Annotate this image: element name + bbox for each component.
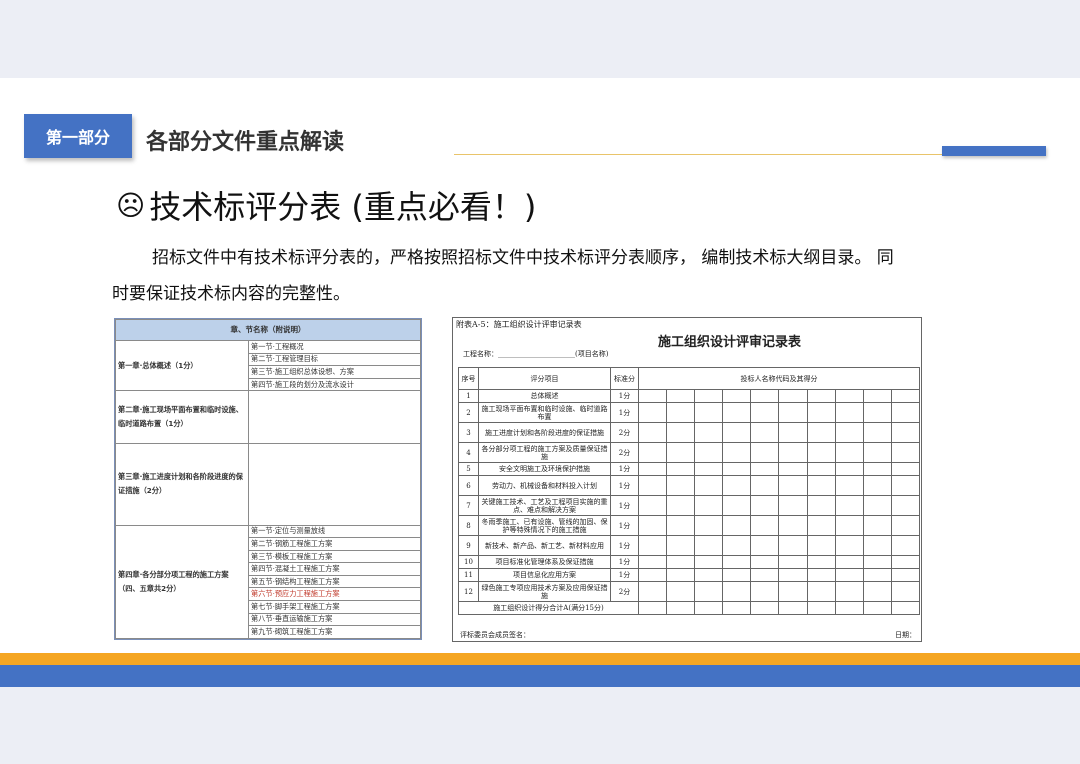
cell-item: 安全文明施工及环境保护措施 bbox=[478, 462, 611, 476]
title-bar bbox=[942, 146, 1046, 156]
section-item: 第三节·施工组织总体设想、方案 bbox=[248, 365, 421, 379]
cell-item: 项目标准化管理体系及保证措施 bbox=[478, 555, 611, 569]
cell-item: 施工现场平面布置和临时设施、临时道路布置 bbox=[478, 402, 611, 423]
table-row: 3 施工进度计划和各阶段进度的保证措施 2分 bbox=[458, 422, 921, 443]
cell-std: 1分 bbox=[610, 495, 639, 516]
table-row: 5 安全文明施工及环境保护措施 1分 bbox=[458, 462, 921, 476]
section-item: 第八节·垂直运输施工方案 bbox=[248, 612, 421, 627]
section-item: 第一节·工程概况 bbox=[248, 340, 421, 354]
table-caption: 附表A-5：施工组织设计评审记录表 bbox=[456, 320, 582, 329]
cell-no: 1 bbox=[458, 389, 479, 403]
cell-item: 总体概述 bbox=[478, 389, 611, 403]
signature-label: 评标委员会成员签名： bbox=[460, 631, 530, 639]
cell-item: 施工进度计划和各阶段进度的保证措施 bbox=[478, 422, 611, 443]
cell-item: 劳动力、机械设备和材料投入计划 bbox=[478, 475, 611, 496]
project-name-label: 工程名称：______________________(项目名称) bbox=[463, 350, 609, 358]
cell-item: 项目信息化应用方案 bbox=[478, 568, 611, 582]
table-footer: 评标委员会成员签名： 日期： bbox=[460, 630, 916, 640]
cell-no: 8 bbox=[458, 515, 479, 536]
section-item: 第四节·施工段的划分及流水设计 bbox=[248, 377, 421, 392]
cell-no: 3 bbox=[458, 422, 479, 443]
cell-no: 2 bbox=[458, 402, 479, 423]
chapter-title: 第一章·总体概述（1分） bbox=[115, 339, 249, 392]
cell-std: 1分 bbox=[610, 555, 639, 569]
col-std: 标准分 bbox=[610, 367, 639, 390]
cell-std: 1分 bbox=[610, 475, 639, 496]
section-item: 第一节·定位与测量放线 bbox=[248, 524, 421, 539]
table-header: 章、节名称（附说明） bbox=[115, 319, 421, 341]
table-row: 7 关键施工技术、工艺及工程项目实施的重点、难点和解决方案 1分 bbox=[458, 495, 921, 516]
table-row: 9 新技术、新产品、新工艺、新材料应用 1分 bbox=[458, 535, 921, 556]
paragraph: 招标文件中有技术标评分表的，严格按照招标文件中技术标评分表顺序， 编制技术标大纲… bbox=[112, 240, 902, 312]
cell-std: 1分 bbox=[610, 389, 639, 403]
section-item: 第七节·脚手架工程施工方案 bbox=[248, 600, 421, 614]
table-row: 12 绿色施工专项应用技术方案及应用保证措施 2分 bbox=[458, 581, 921, 602]
review-table: 序号 评分项目 标准分 投标人名称代码及其得分 1 总体概述 1分 2 施工现场平面布置… bbox=[458, 367, 921, 615]
heading-text: 技术标评分表 (重点必看！) bbox=[149, 188, 537, 226]
chapter-title: 第四章·各分部分项工程的施工方案（四、五章共2分） bbox=[115, 524, 249, 640]
section-item: 第三节·模板工程施工方案 bbox=[248, 549, 421, 564]
cell-std: 1分 bbox=[610, 535, 639, 556]
slide: 第一部分 各部分文件重点解读 ☹ 技术标评分表 (重点必看！) 招标文件中有技术… bbox=[0, 78, 1080, 653]
cell-std: 2分 bbox=[610, 442, 639, 463]
table-row: 10 项目标准化管理体系及保证措施 1分 bbox=[458, 555, 921, 569]
table-row: 2 施工现场平面布置和临时设施、临时道路布置 1分 bbox=[458, 402, 921, 423]
cell-no: 12 bbox=[458, 581, 479, 602]
cell-item: 各分部分项工程的施工方案及质量保证措施 bbox=[478, 442, 611, 463]
cell-item: 关键施工技术、工艺及工程项目实施的重点、难点和解决方案 bbox=[478, 495, 611, 516]
table-row: 11 项目信息化应用方案 1分 bbox=[458, 568, 921, 582]
orange-stripe bbox=[0, 653, 1080, 665]
cell-std: 1分 bbox=[610, 515, 639, 536]
cell-std: 2分 bbox=[610, 422, 639, 443]
col-no: 序号 bbox=[458, 367, 479, 390]
heading: ☹ 技术标评分表 (重点必看！) bbox=[116, 182, 536, 228]
section-item: 第二节·钢筋工程施工方案 bbox=[248, 537, 421, 551]
table-row: 4 各分部分项工程的施工方案及质量保证措施 2分 bbox=[458, 442, 921, 463]
table-row: 1 总体概述 1分 bbox=[458, 389, 921, 403]
cell-item: 冬雨季施工、已有设施、管线的加固、保护等特殊情况下的施工措施 bbox=[478, 515, 611, 536]
cell-std: 1分 bbox=[610, 402, 639, 423]
table-row: 6 劳动力、机械设备和材料投入计划 1分 bbox=[458, 475, 921, 496]
total-row: 施工组织设计得分合计A(满分15分) bbox=[458, 601, 639, 615]
cell-std: 1分 bbox=[610, 462, 639, 476]
section-title: 各部分文件重点解读 bbox=[146, 130, 345, 155]
section-item: 第四节·混凝土工程施工方案 bbox=[248, 562, 421, 576]
cell-std: 1分 bbox=[610, 568, 639, 582]
cell-no: 11 bbox=[458, 568, 479, 582]
table-title: 施工组织设计评审记录表 bbox=[658, 335, 802, 350]
cell-no: 5 bbox=[458, 462, 479, 476]
smiley-bullet-icon: ☹ bbox=[116, 188, 146, 222]
chapter-title: 第三章·施工进度计划和各阶段进度的保证措施（2分） bbox=[115, 442, 249, 526]
cell-no: 6 bbox=[458, 475, 479, 496]
section-item: 第九节·砌筑工程施工方案 bbox=[248, 625, 421, 639]
col-item: 评分项目 bbox=[478, 367, 611, 390]
cell-no: 10 bbox=[458, 555, 479, 569]
section-item-highlighted: 第六节·预应力工程施工方案 bbox=[248, 587, 421, 602]
review-record-table-image: 附表A-5：施工组织设计评审记录表 施工组织设计评审记录表 工程名称：_____… bbox=[452, 317, 922, 642]
scoring-outline-table-image: 章、节名称（附说明） 第一章·总体概述（1分） 第一节·工程概况 第二节·工程管理… bbox=[114, 318, 422, 640]
cell-no: 4 bbox=[458, 442, 479, 463]
date-label: 日期： bbox=[895, 631, 916, 639]
paragraph-text: 招标文件中有技术标评分表的，严格按照招标文件中技术标评分表顺序， 编制技术标大纲… bbox=[112, 248, 894, 304]
col-bidders: 投标人名称代码及其得分 bbox=[638, 367, 920, 390]
cell-item: 绿色施工专项应用技术方案及应用保证措施 bbox=[478, 581, 611, 602]
cell-item: 新技术、新产品、新工艺、新材料应用 bbox=[478, 535, 611, 556]
cell-std: 2分 bbox=[610, 581, 639, 602]
section-item: 第五节·钢结构工程施工方案 bbox=[248, 574, 421, 589]
table-row: 8 冬雨季施工、已有设施、管线的加固、保护等特殊情况下的施工措施 1分 bbox=[458, 515, 921, 536]
top-band bbox=[0, 0, 1080, 78]
cell-no: 7 bbox=[458, 495, 479, 516]
section-tag: 第一部分 bbox=[24, 114, 132, 158]
chapter-title: 第二章·施工现场平面布置和临时设施、临时道路布置（1分） bbox=[115, 390, 249, 444]
section-item: 第二节·工程管理目标 bbox=[248, 352, 421, 367]
cell-no: 9 bbox=[458, 535, 479, 556]
blue-stripe bbox=[0, 665, 1080, 687]
